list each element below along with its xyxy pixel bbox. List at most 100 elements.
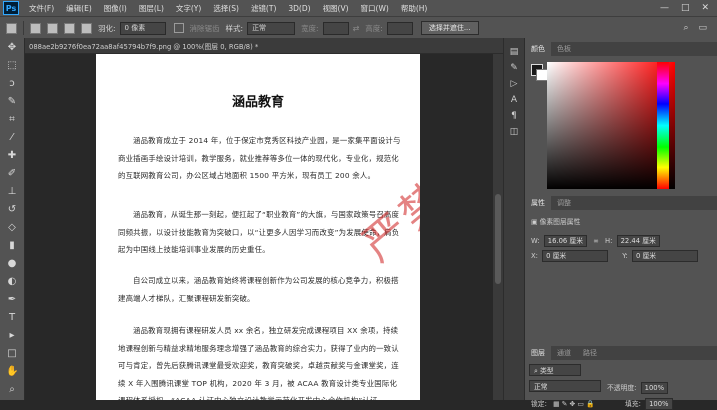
menu-file[interactable]: 文件(F) bbox=[23, 3, 60, 14]
subtract-selection-icon[interactable] bbox=[64, 22, 75, 34]
clone-stamp-tool-icon[interactable]: ⊥ bbox=[6, 186, 18, 198]
lock-icons[interactable]: ▦ ✎ ✥ ▭ 🔒 bbox=[553, 400, 594, 408]
document-tab[interactable]: 088ae2b9276f0ea72aa8af45794b7f9.png @ 10… bbox=[25, 38, 510, 54]
width-field[interactable]: 16.06 厘米 bbox=[543, 235, 588, 247]
lock-label: 锁定: bbox=[531, 400, 547, 408]
height-field[interactable]: 22.44 厘米 bbox=[616, 235, 660, 247]
photoshop-logo: Ps bbox=[3, 1, 19, 15]
h-label: H: bbox=[605, 237, 613, 245]
hue-slider[interactable] bbox=[657, 62, 669, 189]
marquee-tool-icon[interactable] bbox=[6, 22, 17, 34]
paragraph-4: 涵品教育现拥有课程研发人员 xx 余名，独立研发完成课程项目 XX 余项，持续地… bbox=[118, 326, 399, 400]
pen-tool-icon[interactable]: ✒ bbox=[6, 294, 18, 306]
tools-panel: ✥ ⬚ ↄ ✎ ⌗ ⁄ ✚ ✐ ⊥ ↺ ◇ ▮ ● ◐ ✒ T ▸ □ ✋ ⌕ bbox=[0, 38, 25, 400]
height-label: 高度: bbox=[365, 23, 383, 33]
menu-image[interactable]: 图像(I) bbox=[98, 3, 133, 14]
brush-tool-icon[interactable]: ✐ bbox=[6, 168, 18, 180]
type-tool-icon[interactable]: T bbox=[6, 312, 18, 324]
vertical-scrollbar[interactable] bbox=[493, 54, 503, 400]
blur-tool-icon[interactable]: ● bbox=[6, 258, 18, 270]
healing-brush-tool-icon[interactable]: ✚ bbox=[6, 150, 18, 162]
swap-icon[interactable]: ⇄ bbox=[353, 24, 360, 33]
new-selection-icon[interactable] bbox=[30, 22, 41, 34]
eraser-tool-icon[interactable]: ◇ bbox=[6, 222, 18, 234]
tab-channels[interactable]: 通道 bbox=[551, 346, 577, 360]
opacity-row: 不透明度: 100% bbox=[607, 382, 669, 394]
document-title: 涵品教育 bbox=[231, 95, 284, 110]
scrollbar-thumb[interactable] bbox=[495, 194, 501, 284]
dodge-tool-icon[interactable]: ◐ bbox=[6, 276, 18, 288]
menu-3d[interactable]: 3D(D) bbox=[282, 4, 316, 13]
pixel-layer-icon: ▣ bbox=[531, 218, 538, 226]
select-and-mask-button[interactable]: 选择并遮住... bbox=[420, 21, 479, 35]
intersect-selection-icon[interactable] bbox=[81, 22, 92, 34]
style-label: 样式: bbox=[225, 23, 244, 33]
properties-title: 像素图层属性 bbox=[539, 218, 581, 226]
document-page[interactable]: 涵品教育 涵品教育成立于 2014 年，位于保定市竞秀区科技产业园，是一家集平面… bbox=[96, 54, 420, 400]
menu-help[interactable]: 帮助(H) bbox=[395, 3, 434, 14]
y-label: Y: bbox=[622, 252, 628, 260]
actions-panel-icon[interactable]: ▷ bbox=[508, 78, 520, 90]
feather-input[interactable]: 0 像素 bbox=[119, 21, 166, 35]
separator bbox=[23, 21, 24, 35]
menu-select[interactable]: 选择(S) bbox=[207, 3, 245, 14]
tab-swatches[interactable]: 色板 bbox=[551, 42, 577, 56]
color-picker-field[interactable] bbox=[547, 62, 675, 189]
antialias-checkbox[interactable] bbox=[173, 23, 184, 33]
options-right-icons: ⌕ ▭ bbox=[683, 23, 717, 33]
workspace-icon[interactable]: ▭ bbox=[698, 23, 707, 33]
color-panel-tabs: 颜色 色板 bbox=[525, 42, 717, 56]
quick-select-tool-icon[interactable]: ✎ bbox=[6, 96, 18, 108]
size-row: W: 16.06 厘米 ∞ H: 22.44 厘米 bbox=[531, 235, 660, 247]
w-label: W: bbox=[531, 237, 540, 245]
menu-layer[interactable]: 图层(L) bbox=[133, 3, 170, 14]
character-panel-icon[interactable]: A bbox=[508, 94, 520, 106]
style-select[interactable]: 正常 bbox=[247, 21, 296, 35]
blend-mode-select[interactable]: 正常 bbox=[529, 380, 601, 392]
paragraph-panel-icon[interactable]: ¶ bbox=[508, 110, 520, 122]
zoom-tool-icon[interactable]: ⌕ bbox=[6, 384, 18, 396]
minimize-icon[interactable]: — bbox=[660, 3, 669, 13]
window-controls: — □ ✕ bbox=[660, 3, 717, 13]
maximize-icon[interactable]: □ bbox=[681, 3, 690, 13]
tab-adjustments[interactable]: 调整 bbox=[551, 196, 577, 210]
tab-color[interactable]: 颜色 bbox=[525, 42, 551, 56]
eyedropper-tool-icon[interactable]: ⁄ bbox=[6, 132, 18, 144]
x-field[interactable]: 0 厘米 bbox=[542, 250, 609, 262]
hand-tool-icon[interactable]: ✋ bbox=[6, 366, 18, 378]
add-selection-icon[interactable] bbox=[47, 22, 58, 34]
document-tab-label: 088ae2b9276f0ea72aa8af45794b7f9.png @ 10… bbox=[29, 43, 259, 51]
y-field[interactable]: 0 厘米 bbox=[632, 250, 699, 262]
move-tool-icon[interactable]: ✥ bbox=[6, 42, 18, 54]
path-select-tool-icon[interactable]: ▸ bbox=[6, 330, 18, 342]
menu-type[interactable]: 文字(Y) bbox=[170, 3, 207, 14]
feather-label: 羽化: bbox=[98, 23, 116, 33]
gradient-tool-icon[interactable]: ▮ bbox=[6, 240, 18, 252]
libraries-panel-icon[interactable]: ◫ bbox=[508, 126, 520, 138]
fill-label: 填充: bbox=[625, 400, 641, 408]
menu-view[interactable]: 视图(V) bbox=[317, 3, 355, 14]
menu-edit[interactable]: 编辑(E) bbox=[60, 3, 98, 14]
lasso-tool-icon[interactable]: ↄ bbox=[6, 78, 18, 90]
paragraph-3: 自公司成立以来，涵品教育始终将课程创新作为公司发展的核心竞争力，积极搭建高端人才… bbox=[118, 276, 399, 303]
layer-kind-filter[interactable]: ⌕ 类型 bbox=[529, 364, 581, 376]
link-icon[interactable]: ∞ bbox=[593, 237, 599, 245]
marquee-tool-icon[interactable]: ⬚ bbox=[6, 60, 18, 72]
history-panel-icon[interactable]: ▤ bbox=[508, 46, 520, 58]
x-label: X: bbox=[531, 252, 538, 260]
close-icon[interactable]: ✕ bbox=[701, 3, 709, 13]
opacity-label: 不透明度: bbox=[607, 384, 637, 392]
menu-filter[interactable]: 滤镜(T) bbox=[245, 3, 282, 14]
tab-properties[interactable]: 属性 bbox=[525, 196, 551, 210]
menu-window[interactable]: 窗口(W) bbox=[355, 3, 395, 14]
crop-tool-icon[interactable]: ⌗ bbox=[6, 114, 18, 126]
height-input[interactable] bbox=[386, 21, 413, 35]
width-input[interactable] bbox=[322, 21, 349, 35]
tab-paths[interactable]: 路径 bbox=[577, 346, 603, 360]
opacity-field[interactable]: 100% bbox=[640, 382, 669, 394]
tab-layers[interactable]: 图层 bbox=[525, 346, 551, 360]
brush-settings-icon[interactable]: ✎ bbox=[508, 62, 520, 74]
rectangle-tool-icon[interactable]: □ bbox=[6, 348, 18, 360]
history-brush-tool-icon[interactable]: ↺ bbox=[6, 204, 18, 216]
search-icon[interactable]: ⌕ bbox=[683, 23, 688, 33]
